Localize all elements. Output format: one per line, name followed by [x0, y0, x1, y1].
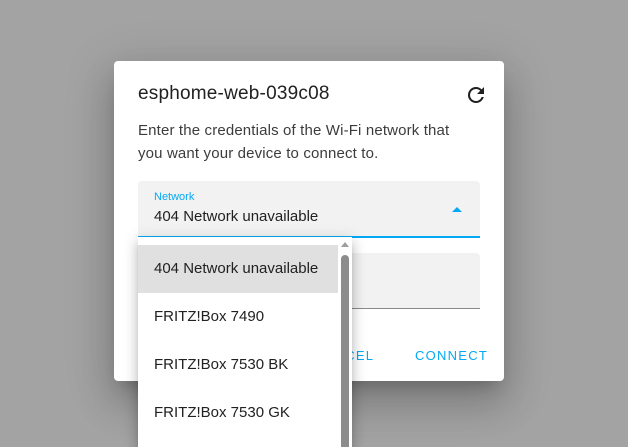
scroll-up-arrow-icon[interactable]	[341, 242, 349, 247]
network-label: Network	[154, 191, 195, 203]
refresh-icon[interactable]	[464, 83, 488, 107]
menu-item-network[interactable]: FRITZ!Box 7530 GK	[138, 389, 338, 437]
menu-item-network[interactable]: 404 Network unavailable	[138, 245, 338, 293]
connect-button[interactable]: CONNECT	[415, 348, 488, 363]
dialog-title: esphome-web-039c08	[138, 83, 330, 104]
menu-item-network[interactable]: FRITZ!Box 7530 BK	[138, 341, 338, 389]
scrollbar-thumb[interactable]	[341, 255, 349, 447]
network-value: 404 Network unavailable	[154, 208, 319, 225]
menu-item-network[interactable]: FRITZ!Box 7490	[138, 293, 338, 341]
arrow-up-icon[interactable]	[452, 207, 462, 212]
menu-scrollbar[interactable]	[338, 237, 352, 447]
network-select[interactable]: Network 404 Network unavailable	[138, 181, 480, 238]
network-dropdown-menu: 404 Network unavailable FRITZ!Box 7490 F…	[138, 237, 352, 447]
dialog-description: Enter the credentials of the Wi-Fi netwo…	[138, 122, 450, 162]
